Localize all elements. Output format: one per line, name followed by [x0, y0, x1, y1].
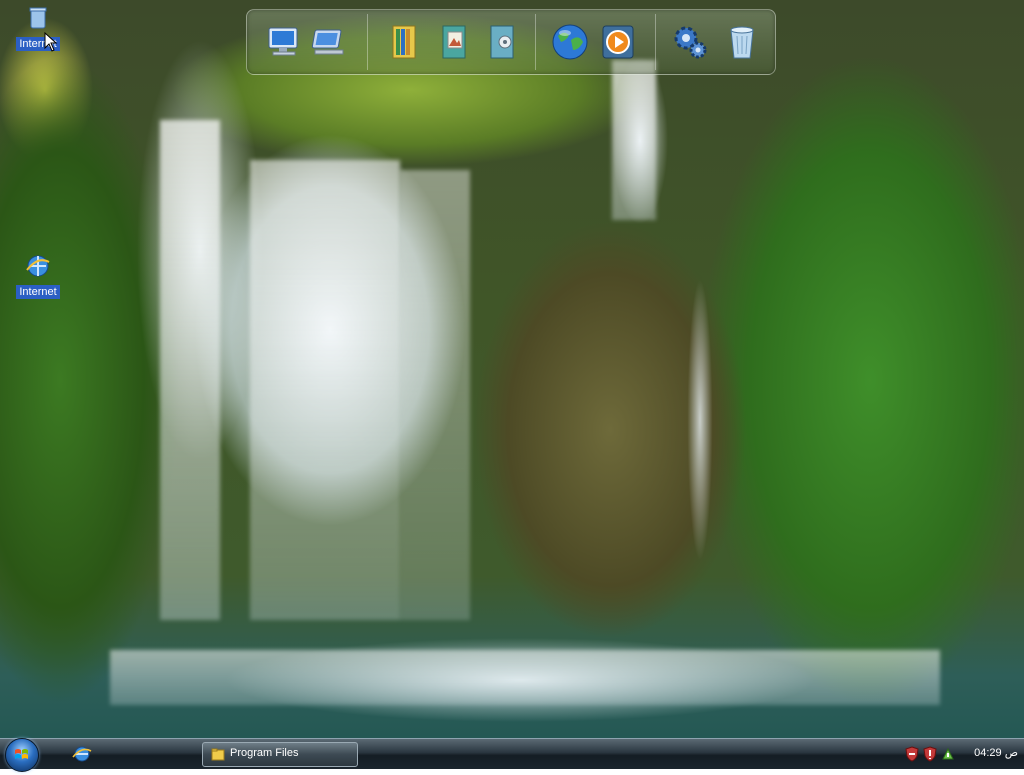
- start-button[interactable]: [5, 738, 39, 772]
- dock-network-button[interactable]: [309, 20, 351, 64]
- dock-my-computer-button[interactable]: [263, 20, 305, 64]
- dock-recycle-bin-button[interactable]: [721, 20, 763, 64]
- waterfall-right: [400, 170, 470, 620]
- dock-music-button[interactable]: [481, 20, 523, 64]
- recycle-bin-desktop-icon: [29, 7, 47, 29]
- dock-documents-button[interactable]: [383, 20, 425, 64]
- settings-gears-icon: [674, 26, 707, 59]
- cascade-pool: [110, 650, 940, 705]
- taskbar-window-label: Program Files: [230, 747, 299, 759]
- waterfall-top-right: [612, 60, 656, 220]
- windows-logo-icon: [15, 749, 28, 759]
- dock-pictures-button[interactable]: [433, 20, 475, 64]
- waterfall-left: [160, 120, 220, 620]
- desktop-icon-label: Internet: [16, 285, 60, 299]
- dock-media-player-button[interactable]: [597, 20, 639, 64]
- pictures-folder-icon: [442, 25, 466, 59]
- mouse-cursor-icon: [44, 32, 58, 52]
- dock-settings-button[interactable]: [669, 20, 711, 64]
- dock-separator: [367, 14, 368, 70]
- clock[interactable]: 04:29 ص: [974, 746, 1018, 759]
- my-computer-icon: [268, 27, 298, 56]
- dock-internet-button[interactable]: [549, 20, 591, 64]
- media-player-icon: [602, 25, 634, 59]
- security-shield-icon[interactable]: [904, 746, 920, 762]
- dock-separator: [655, 14, 656, 70]
- recycle-bin-icon: [730, 26, 754, 59]
- system-tray: 04:29 ص: [904, 739, 1024, 769]
- folder-icon: [211, 748, 225, 761]
- dock-separator: [535, 14, 536, 70]
- internet-explorer-icon: [26, 255, 50, 277]
- desktop-background: Internet Internet: [0, 0, 1024, 768]
- network-places-icon: [311, 29, 344, 55]
- quick-launch-internet-explorer-icon[interactable]: [72, 744, 92, 764]
- waterfall-center: [250, 160, 400, 620]
- desktop-icon-internet-1[interactable]: Internet: [6, 4, 70, 51]
- security-warning-icon[interactable]: [922, 746, 938, 762]
- quick-launch-dock: [246, 9, 776, 75]
- documents-folder-icon: [392, 25, 416, 59]
- internet-globe-icon: [552, 24, 588, 60]
- desktop-icon-internet-2[interactable]: Internet: [6, 252, 70, 299]
- taskbar-window-button[interactable]: Program Files: [202, 742, 358, 767]
- taskbar: Program Files 04:29 ص: [0, 738, 1024, 772]
- music-folder-icon: [490, 25, 514, 59]
- network-status-icon[interactable]: [940, 746, 956, 762]
